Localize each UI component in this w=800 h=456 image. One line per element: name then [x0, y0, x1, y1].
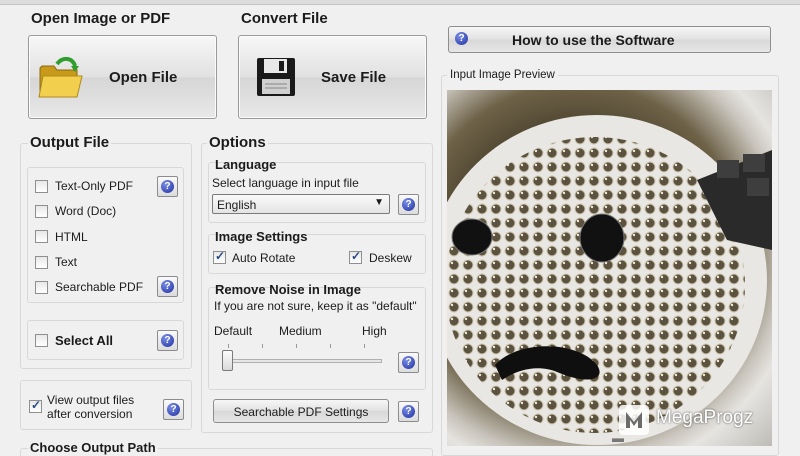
- help-icon: ?: [452, 29, 473, 50]
- how-to-use-button[interactable]: ? How to use the Software: [448, 26, 771, 53]
- slider-track: [222, 359, 382, 363]
- watermark: MegaProgz: [618, 400, 768, 440]
- checkbox[interactable]: [35, 281, 48, 294]
- slider-tick: [330, 344, 331, 348]
- option-label: Word (Doc): [55, 204, 117, 218]
- searchable-pdf-settings-button[interactable]: Searchable PDF Settings: [213, 399, 389, 423]
- output-file-title: Output File: [28, 134, 112, 151]
- folder-open-icon: [37, 54, 85, 102]
- noise-level-default: Default: [214, 324, 253, 338]
- noise-hint: If you are not sure, keep it as "default…: [214, 299, 417, 313]
- checkbox[interactable]: [35, 334, 48, 347]
- save-file-button[interactable]: Save File: [238, 35, 427, 119]
- view-output-line2: after conversion: [47, 407, 133, 421]
- options-title: Options: [207, 134, 268, 151]
- checkbox[interactable]: [35, 180, 48, 193]
- open-group-title: Open Image or PDF: [29, 10, 173, 27]
- help-icon[interactable]: ?: [157, 330, 178, 351]
- deskew-label: Deskew: [369, 251, 412, 265]
- help-icon[interactable]: ?: [398, 194, 419, 215]
- convert-group-title: Convert File: [239, 10, 330, 27]
- help-icon[interactable]: ?: [398, 352, 419, 373]
- slider-tick: [296, 344, 297, 348]
- megaprogz-logo-icon: [618, 404, 650, 436]
- checkbox[interactable]: [213, 249, 226, 264]
- choose-path-title: Choose Output Path: [28, 440, 158, 455]
- slider-tick: [228, 344, 229, 348]
- watermark-text: MegaProgz: [656, 407, 754, 428]
- open-file-button[interactable]: Open File: [28, 35, 217, 119]
- help-icon[interactable]: ?: [157, 176, 178, 197]
- save-file-label: Save File: [321, 69, 387, 86]
- noise-level-high: High: [362, 324, 387, 338]
- preview-title: Input Image Preview: [447, 69, 558, 81]
- open-file-label: Open File: [109, 69, 178, 86]
- help-icon[interactable]: ?: [157, 276, 178, 297]
- chevron-down-icon: ▼: [374, 197, 384, 208]
- checkbox[interactable]: [35, 205, 48, 218]
- help-icon[interactable]: ?: [163, 399, 184, 420]
- image-settings-title: Image Settings: [215, 229, 308, 244]
- checkbox[interactable]: [349, 249, 362, 264]
- option-label: HTML: [55, 230, 88, 244]
- select-all-label: Select All: [55, 333, 114, 348]
- help-icon[interactable]: ?: [398, 401, 419, 422]
- checkbox[interactable]: [29, 398, 42, 413]
- noise-level-medium: Medium: [279, 324, 322, 338]
- coffee-cup-photo: ▬: [447, 115, 772, 445]
- checkbox[interactable]: [35, 256, 48, 269]
- how-to-use-label: How to use the Software: [512, 32, 675, 48]
- language-title: Language: [215, 157, 277, 172]
- checkbox[interactable]: [35, 230, 48, 243]
- slider-thumb[interactable]: [222, 350, 233, 371]
- option-label: Text-Only PDF: [55, 179, 134, 193]
- noise-slider[interactable]: [214, 344, 386, 378]
- preview-image: ▬: [447, 90, 772, 446]
- language-hint: Select language in input file: [212, 176, 359, 190]
- option-label: Searchable PDF: [55, 280, 144, 294]
- language-selected: English: [217, 198, 257, 212]
- slider-tick: [364, 344, 365, 348]
- floppy-disk-icon: [255, 56, 297, 98]
- searchable-pdf-settings-label: Searchable PDF Settings: [233, 405, 369, 419]
- language-select[interactable]: English ▼: [212, 194, 390, 214]
- noise-title: Remove Noise in Image: [215, 282, 361, 297]
- option-label: Text: [55, 255, 78, 269]
- slider-tick: [262, 344, 263, 348]
- view-output-line1: View output files: [47, 393, 135, 407]
- window-top-border: [0, 0, 800, 5]
- auto-rotate-label: Auto Rotate: [232, 251, 296, 265]
